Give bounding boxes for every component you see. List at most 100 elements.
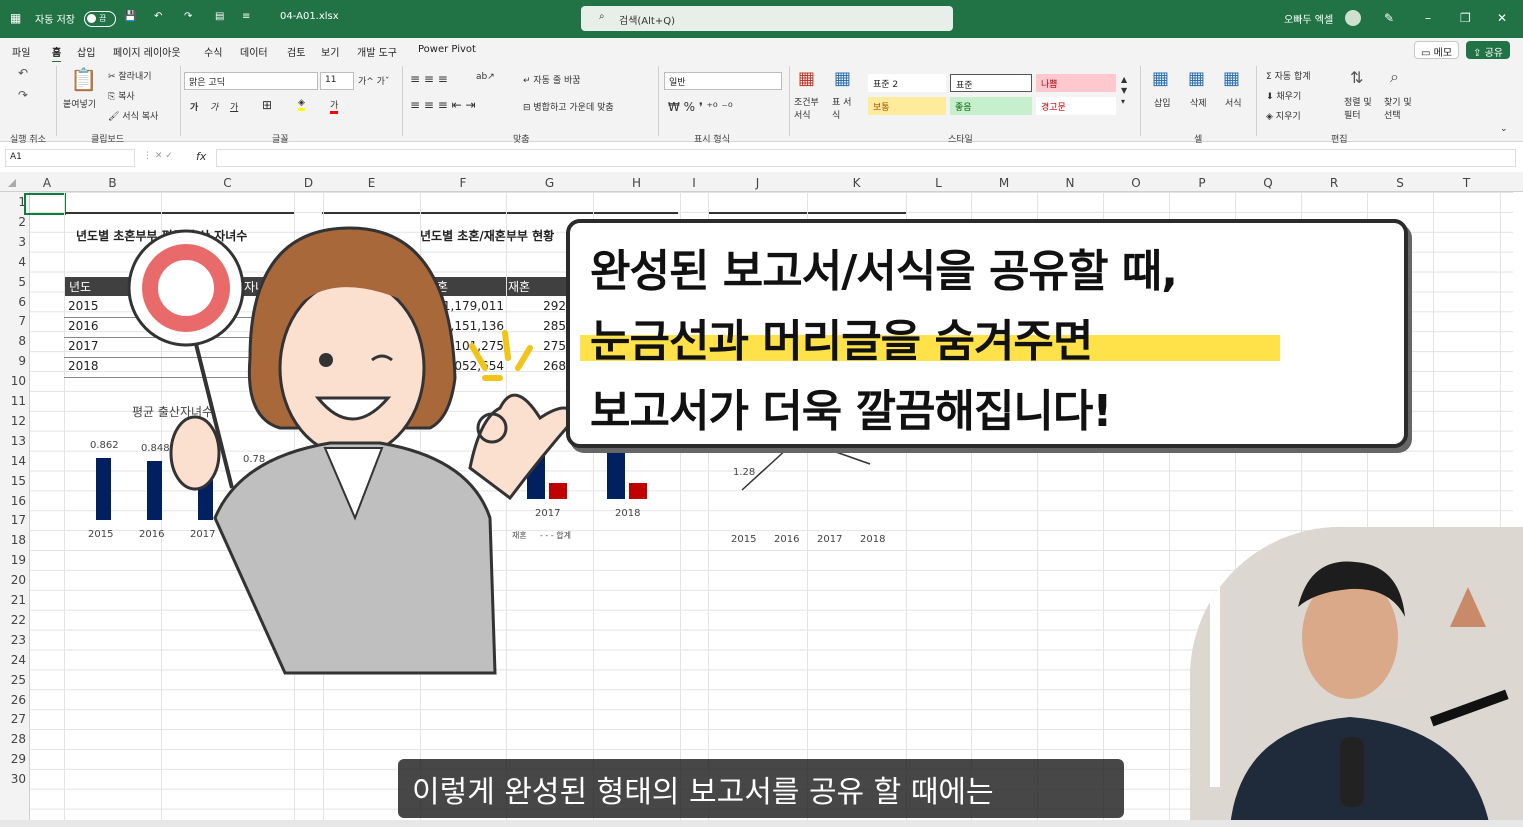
row-header-30[interactable]: 30 [0, 772, 26, 786]
column-header-a[interactable]: A [30, 176, 64, 190]
find-select-label[interactable]: 찾기 및 선택 [1384, 95, 1414, 121]
style-neutral[interactable]: 보통 [868, 97, 946, 115]
accounting-icon[interactable]: ₩ % ❜ ⁺⁰ ⁻⁰ [668, 100, 733, 114]
delete-cells-label[interactable]: 삭제 [1190, 96, 1207, 109]
style-standard[interactable]: 표준 [950, 74, 1032, 92]
row-header-9[interactable]: 9 [0, 354, 26, 368]
column-header-p[interactable]: P [1169, 176, 1235, 190]
tab-view[interactable]: 보기 [321, 44, 339, 59]
underline-icon[interactable]: 가 [230, 100, 238, 113]
row-header-13[interactable]: 13 [0, 434, 26, 448]
minimize-icon[interactable]: – [1425, 11, 1431, 25]
column-header-c[interactable]: C [161, 176, 294, 190]
column-header-f[interactable]: F [420, 176, 506, 190]
row-header-8[interactable]: 8 [0, 334, 26, 348]
formula-input[interactable] [216, 149, 1516, 167]
sort-filter-label[interactable]: 정렬 및 필터 [1344, 95, 1374, 121]
column-header-t[interactable]: T [1433, 176, 1500, 190]
sheet-tabs[interactable] [0, 820, 1523, 827]
conditional-format-label[interactable]: 조건부 서식 [794, 95, 828, 121]
row-header-5[interactable]: 5 [0, 275, 26, 289]
style-bad[interactable]: 나쁨 [1036, 74, 1116, 92]
row-header-4[interactable]: 4 [0, 255, 26, 269]
find-icon[interactable]: ⌕ [1390, 67, 1399, 87]
format-cells-icon[interactable]: ▦ [1223, 68, 1240, 89]
tab-review[interactable]: 검토 [287, 44, 305, 59]
style-warning[interactable]: 경고문 [1036, 97, 1116, 115]
row-header-17[interactable]: 17 [0, 513, 26, 527]
row-header-27[interactable]: 27 [0, 712, 26, 726]
close-icon[interactable]: ✕ [1497, 11, 1507, 25]
font-color-icon[interactable]: 가 [330, 98, 339, 114]
wrap-text-button[interactable]: ↵ 자동 줄 바꿈 [523, 73, 581, 86]
pen-icon[interactable]: ✎ [1384, 11, 1394, 25]
merge-center-button[interactable]: ⊟ 병합하고 가운데 맞춤 [523, 100, 614, 113]
insert-cells-label[interactable]: 삽입 [1154, 96, 1171, 109]
tab-power-pivot[interactable]: Power Pivot [418, 44, 476, 55]
select-all-corner[interactable] [8, 179, 16, 187]
table-format-label[interactable]: 표 서식 [832, 95, 858, 121]
insert-cells-icon[interactable]: ▦ [1152, 68, 1169, 89]
column-header-b[interactable]: B [64, 176, 161, 190]
row-header-7[interactable]: 7 [0, 314, 26, 328]
tab-formulas[interactable]: 수식 [204, 44, 222, 59]
column-header-k[interactable]: K [807, 176, 906, 190]
collapse-ribbon-icon[interactable]: ⌄ [1500, 124, 1508, 134]
column-header-l[interactable]: L [906, 176, 971, 190]
cut-button[interactable]: ✂ 잘라내기 [108, 69, 152, 82]
row-header-6[interactable]: 6 [0, 295, 26, 309]
row-header-24[interactable]: 24 [0, 653, 26, 667]
tab-developer[interactable]: 개발 도구 [357, 44, 397, 59]
row-header-10[interactable]: 10 [0, 374, 26, 388]
conditional-format-icon[interactable]: ▦ [798, 68, 815, 89]
paste-label[interactable]: 붙여넣기 [63, 97, 96, 110]
cancel-check-icons[interactable]: ⋮ ✕ ✓ [143, 151, 173, 161]
copy-button[interactable]: ⎘ 복사 [108, 89, 135, 102]
selected-cell-a1[interactable] [24, 193, 66, 215]
align-top-icon[interactable]: ≡ ≡ ≡ [410, 72, 448, 86]
row-header-23[interactable]: 23 [0, 633, 26, 647]
fill-color-icon[interactable]: ◈ [298, 98, 305, 111]
paste-icon[interactable]: 📋 [70, 68, 97, 93]
row-header-3[interactable]: 3 [0, 235, 26, 249]
column-header-g[interactable]: G [506, 176, 593, 190]
row-header-22[interactable]: 22 [0, 613, 26, 627]
name-box[interactable]: A1 [5, 149, 135, 167]
column-header-n[interactable]: N [1037, 176, 1103, 190]
row-header-16[interactable]: 16 [0, 494, 26, 508]
row-header-20[interactable]: 20 [0, 573, 26, 587]
font-size-select[interactable]: 11 [320, 72, 354, 90]
column-header-q[interactable]: Q [1235, 176, 1301, 190]
column-header-m[interactable]: M [971, 176, 1037, 190]
align-left-icon[interactable]: ≡ ≡ ≡ ⇤ ⇥ [410, 98, 476, 112]
row-header-28[interactable]: 28 [0, 732, 26, 746]
format-cells-label[interactable]: 서식 [1225, 96, 1242, 109]
fx-icon[interactable]: fx [196, 150, 206, 163]
row-header-18[interactable]: 18 [0, 533, 26, 547]
form-icon[interactable]: ▤ [215, 11, 224, 22]
italic-icon[interactable]: 가 [210, 100, 218, 113]
column-header-r[interactable]: R [1301, 176, 1367, 190]
sort-filter-icon[interactable]: ⇅ [1350, 68, 1363, 87]
style-good[interactable]: 좋음 [950, 97, 1032, 115]
search-box[interactable]: ⌕ 검색(Alt+Q) [581, 6, 953, 31]
filename[interactable]: 04-A01.xlsx [280, 11, 339, 22]
tab-home[interactable]: 홈 [52, 44, 62, 63]
undo-icon[interactable]: ↶ [154, 11, 162, 22]
column-header-h[interactable]: H [593, 176, 680, 190]
share-button[interactable]: ⇪ 공유 [1466, 41, 1510, 59]
column-header-d[interactable]: D [294, 176, 323, 190]
row-header-29[interactable]: 29 [0, 752, 26, 766]
redo-ribbon-icon[interactable]: ↷ [18, 88, 28, 102]
format-painter-button[interactable]: 🖌 서식 복사 [108, 109, 158, 122]
tab-data[interactable]: 데이터 [240, 44, 268, 59]
column-header-o[interactable]: O [1103, 176, 1169, 190]
row-header-1[interactable]: 1 [0, 195, 26, 209]
customize-icon[interactable]: ≡ [242, 11, 250, 22]
column-header-j[interactable]: J [708, 176, 807, 190]
row-header-26[interactable]: 26 [0, 693, 26, 707]
clear-button[interactable]: ◈ 지우기 [1266, 109, 1301, 122]
autosave-toggle[interactable]: 끔 [84, 11, 116, 27]
row-header-2[interactable]: 2 [0, 215, 26, 229]
fill-button[interactable]: ⬇ 채우기 [1266, 89, 1301, 102]
